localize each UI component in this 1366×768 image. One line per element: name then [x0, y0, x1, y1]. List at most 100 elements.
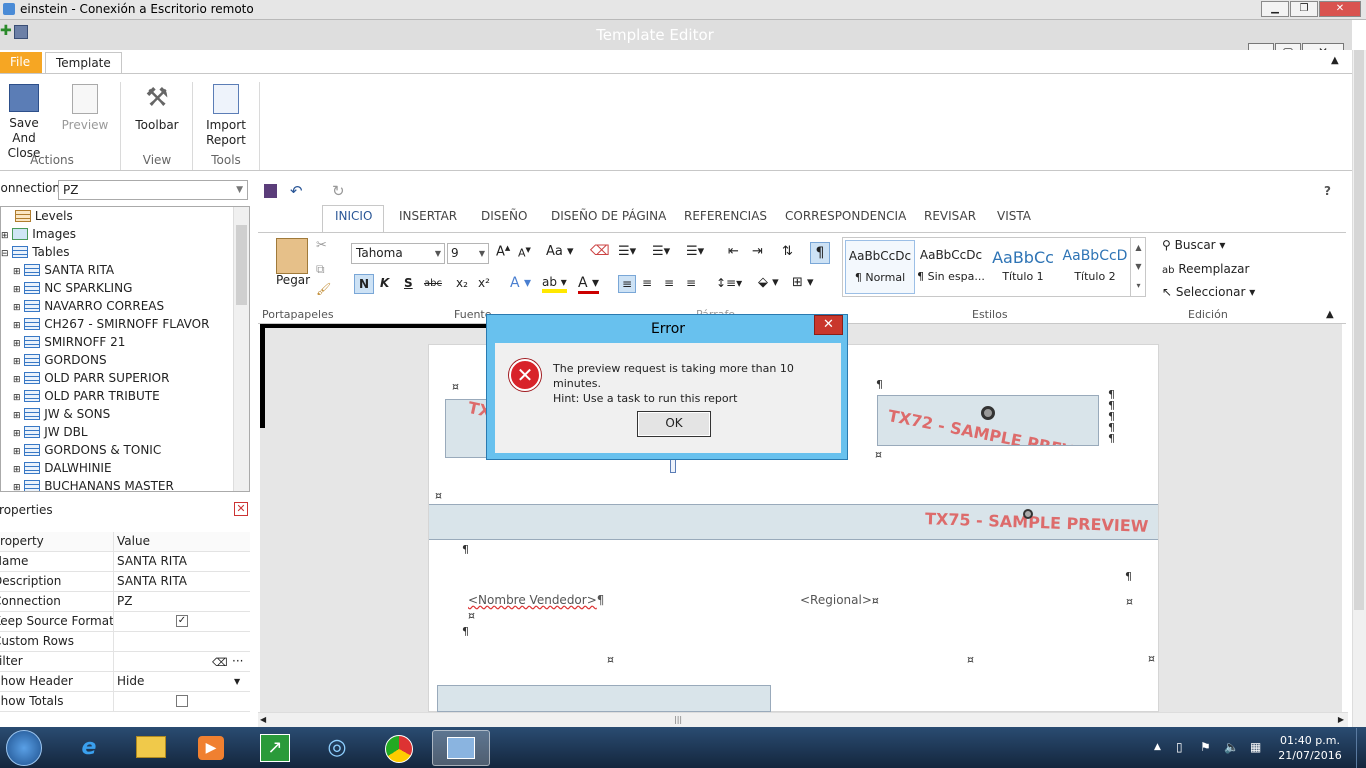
expand-icon[interactable]: ⊞	[13, 429, 21, 439]
scroll-right-icon[interactable]: ▶	[1338, 715, 1344, 724]
tree-item-table[interactable]: ⊞ NC SPARKLING	[13, 279, 132, 297]
expand-icon[interactable]: ⊞	[13, 357, 21, 367]
property-row[interactable]: Show Totals	[0, 692, 250, 712]
tree-item-table[interactable]: ⊞ JW & SONS	[13, 405, 110, 423]
property-row[interactable]: DescriptionSANTA RITA	[0, 572, 250, 592]
strikethrough-button[interactable]: abc	[424, 278, 442, 289]
expand-icon[interactable]: ⊞	[13, 267, 21, 277]
tree-tables[interactable]: ⊟ Tables	[1, 243, 70, 261]
tab-template[interactable]: Template	[45, 52, 122, 74]
show-desktop-button[interactable]	[1356, 728, 1366, 768]
chevron-down-icon[interactable]: ▼	[234, 672, 240, 691]
rotation-handle-icon[interactable]	[1023, 509, 1033, 519]
undo-icon[interactable]: ↶	[290, 182, 303, 200]
tree-item-table[interactable]: ⊞ BUCHANANS MASTER	[13, 477, 174, 491]
highlight-icon[interactable]: ab ▾	[542, 275, 567, 293]
change-case-button[interactable]: Aa ▾	[546, 244, 574, 259]
expand-icon[interactable]: ⊞	[13, 321, 21, 331]
font-size-select[interactable]: 9 ▼	[447, 243, 489, 264]
style-item[interactable]: AaBbCcD Título 2	[1060, 240, 1130, 294]
horizontal-scrollbar[interactable]: ◀ ||| ▶	[258, 712, 1348, 727]
start-button[interactable]	[6, 730, 42, 766]
line-spacing-icon[interactable]: ↕≡▾	[716, 276, 742, 290]
toolbar-button[interactable]: ⚒ Toolbar	[128, 84, 186, 133]
wifi-app-icon[interactable]: ◎	[312, 730, 362, 766]
explorer-icon[interactable]	[126, 730, 176, 766]
copy-icon[interactable]: ⧉	[316, 262, 325, 277]
text-effects-icon[interactable]: A ▾	[510, 275, 531, 291]
property-row[interactable]: Custom Rows	[0, 632, 250, 652]
tree-view[interactable]: Levels ⊞ Images ⊟ Tables ⊞ SANTA RITA ⊞ N…	[0, 206, 250, 492]
style-item[interactable]: AaBbCc Título 1	[988, 240, 1058, 294]
superscript-button[interactable]: x²	[478, 276, 490, 290]
tree-scrollbar[interactable]	[233, 207, 249, 491]
tray-expand-icon[interactable]: ▲	[1154, 742, 1161, 752]
word-save-icon[interactable]	[264, 184, 277, 198]
expand-icon[interactable]: ⊞	[13, 285, 21, 295]
word-tab[interactable]: REFERENCIAS	[684, 209, 767, 223]
scroll-left-icon[interactable]: ◀	[260, 715, 266, 724]
tree-images[interactable]: ⊞ Images	[1, 225, 76, 243]
keep-source-checkbox[interactable]: ✓	[176, 615, 188, 627]
expand-icon[interactable]: ⊞	[13, 465, 21, 475]
chrome-icon[interactable]	[374, 730, 424, 766]
subscript-button[interactable]: x₂	[456, 276, 468, 290]
property-row[interactable]: NameSANTA RITA	[0, 552, 250, 572]
rdp-minimize-button[interactable]: ▁	[1261, 1, 1289, 17]
word-tab[interactable]: VISTA	[997, 209, 1031, 223]
select-button[interactable]: ↖ Seleccionar ▾	[1162, 285, 1255, 299]
field-regional[interactable]: <Regional>¤	[800, 593, 879, 607]
connection-select[interactable]: PZ ▼	[58, 180, 248, 200]
bullets-icon[interactable]: ☰▾	[618, 244, 636, 259]
align-right-button[interactable]: ≡	[664, 276, 674, 290]
tree-item-table[interactable]: ⊞ SANTA RITA	[13, 261, 114, 279]
property-row[interactable]: Keep Source Formats ✓	[0, 612, 250, 632]
expand-icon[interactable]: ⊞	[13, 303, 21, 313]
tray-device-icon[interactable]: ▯	[1176, 740, 1183, 754]
decrease-indent-icon[interactable]: ⇤	[728, 244, 739, 259]
word-tab[interactable]: CORRESPONDENCIA	[785, 209, 906, 223]
shading-icon[interactable]: ⬙ ▾	[758, 275, 779, 290]
tray-flag-icon[interactable]: ⚑	[1200, 740, 1211, 754]
bold-button[interactable]: N	[354, 274, 374, 294]
redo-icon[interactable]: ↻	[332, 182, 345, 200]
tree-item-table[interactable]: ⊞ GORDONS	[13, 351, 107, 369]
tray-network-icon[interactable]: ▦	[1250, 740, 1261, 754]
tree-item-table[interactable]: ⊞ OLD PARR SUPERIOR	[13, 369, 169, 387]
ie-icon[interactable]: e	[64, 730, 114, 766]
save-and-close-button[interactable]: Save And Close	[0, 84, 48, 161]
tab-file[interactable]: File	[0, 52, 42, 74]
word-tab[interactable]: INICIO	[335, 209, 372, 223]
chart-tx72[interactable]: TX72 - SAMPLE PREVIEW	[877, 395, 1099, 446]
scroll-thumb[interactable]	[1354, 50, 1364, 610]
find-button[interactable]: ⚲ Buscar ▾	[1162, 238, 1225, 252]
format-painter-icon[interactable]: 🖌	[316, 282, 331, 296]
import-report-button[interactable]: Import Report	[198, 84, 254, 148]
replace-button[interactable]: ab Reemplazar	[1162, 262, 1249, 276]
numbering-icon[interactable]: ☰▾	[652, 244, 670, 259]
rotation-handle-icon[interactable]	[981, 406, 995, 420]
align-left-button[interactable]: ≡	[618, 275, 636, 293]
help-icon[interactable]: ?	[1324, 184, 1331, 198]
tree-item-table[interactable]: ⊞ SMIRNOFF 21	[13, 333, 125, 351]
tree-levels[interactable]: Levels	[15, 207, 73, 225]
scroll-thumb-grip[interactable]: |||	[674, 715, 682, 724]
show-totals-checkbox[interactable]	[176, 695, 188, 707]
property-row[interactable]: ConnectionPZ	[0, 592, 250, 612]
justify-button[interactable]: ≡	[686, 276, 696, 290]
eraser-icon[interactable]: ⌫	[212, 653, 228, 672]
clock[interactable]: 01:40 p.m. 21/07/2016	[1270, 733, 1350, 763]
tree-item-table[interactable]: ⊞ JW DBL	[13, 423, 88, 441]
word-tab[interactable]: INSERTAR	[399, 209, 457, 223]
word-tab[interactable]: REVISAR	[924, 209, 976, 223]
expand-icon[interactable]: ⊞	[13, 483, 21, 491]
dialog-close-button[interactable]: ✕	[814, 315, 843, 335]
rdp-close-button[interactable]: ✕	[1319, 1, 1361, 17]
style-item[interactable]: AaBbCcDc ¶ Normal	[845, 240, 915, 294]
borders-icon[interactable]: ⊞ ▾	[792, 275, 814, 290]
remote-desktop-icon[interactable]	[432, 730, 490, 766]
tree-item-table[interactable]: ⊞ DALWHINIE	[13, 459, 112, 477]
stock-app-icon[interactable]: ↗	[250, 730, 300, 766]
show-marks-button[interactable]: ¶	[810, 242, 830, 264]
collapse-word-ribbon-icon[interactable]: ▲	[1326, 309, 1334, 320]
